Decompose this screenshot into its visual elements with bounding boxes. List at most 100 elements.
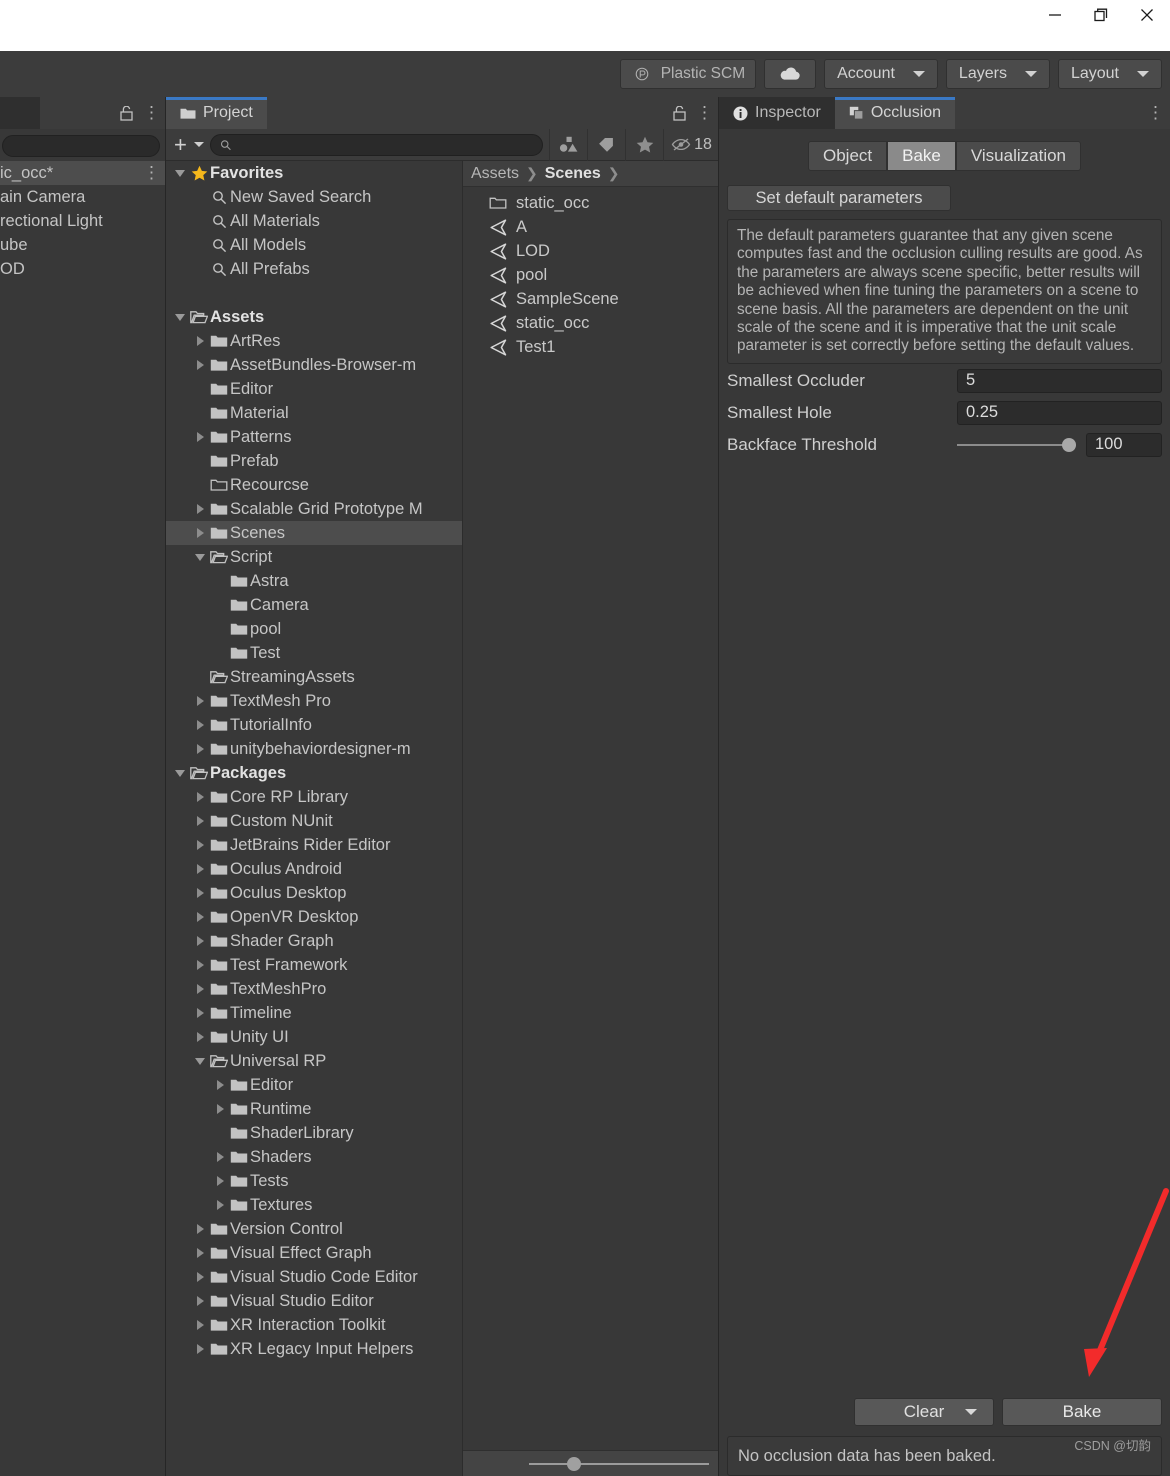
chevron-right-icon[interactable] bbox=[212, 1176, 228, 1186]
chevron-right-icon[interactable] bbox=[192, 840, 208, 850]
file-list-item[interactable]: pool bbox=[463, 263, 719, 287]
panel-divider[interactable] bbox=[718, 97, 719, 1476]
tree-item-tutorialinfo[interactable]: TutorialInfo bbox=[166, 713, 462, 737]
tree-item-shaders[interactable]: Shaders bbox=[166, 1145, 462, 1169]
lock-icon[interactable] bbox=[120, 105, 133, 121]
tree-item-jetbrains-rider-editor[interactable]: JetBrains Rider Editor bbox=[166, 833, 462, 857]
set-default-parameters-button[interactable]: Set default parameters bbox=[727, 185, 951, 211]
tree-item-unitybehaviordesigner-m[interactable]: unitybehaviordesigner-m bbox=[166, 737, 462, 761]
tree-item-all-models[interactable]: All Models bbox=[166, 233, 462, 257]
chevron-down-icon[interactable] bbox=[172, 313, 188, 321]
chevron-right-icon[interactable] bbox=[192, 888, 208, 898]
tree-item-all-materials[interactable]: All Materials bbox=[166, 209, 462, 233]
asset-type-filter-icon[interactable] bbox=[549, 128, 587, 161]
chevron-down-icon[interactable] bbox=[192, 553, 208, 561]
favorites-filter-icon[interactable] bbox=[625, 128, 663, 161]
lock-icon[interactable] bbox=[673, 105, 686, 121]
tree-item-packages[interactable]: Packages bbox=[166, 761, 462, 785]
tree-item-prefab[interactable]: Prefab bbox=[166, 449, 462, 473]
tree-item-unity-ui[interactable]: Unity UI bbox=[166, 1025, 462, 1049]
chevron-right-icon[interactable] bbox=[212, 1080, 228, 1090]
tree-item-tests[interactable]: Tests bbox=[166, 1169, 462, 1193]
plastic-scm-button[interactable]: Plastic SCM bbox=[619, 59, 757, 89]
tree-item-shader-graph[interactable]: Shader Graph bbox=[166, 929, 462, 953]
tree-item-oculus-desktop[interactable]: Oculus Desktop bbox=[166, 881, 462, 905]
chevron-right-icon[interactable] bbox=[192, 1224, 208, 1234]
breadcrumb-root[interactable]: Assets bbox=[471, 165, 519, 183]
tree-item-assetbundles-browser-m[interactable]: AssetBundles-Browser-m bbox=[166, 353, 462, 377]
chevron-down-icon[interactable] bbox=[965, 1409, 977, 1415]
slider-knob[interactable] bbox=[1062, 437, 1076, 452]
hierarchy-tab[interactable] bbox=[0, 97, 40, 129]
smallest-hole-input[interactable]: 0.25 bbox=[957, 400, 1162, 425]
tree-item-pool[interactable]: pool bbox=[166, 617, 462, 641]
account-button[interactable]: Account bbox=[824, 59, 938, 89]
tree-item-test[interactable]: Test bbox=[166, 641, 462, 665]
chevron-right-icon[interactable] bbox=[192, 720, 208, 730]
tree-item-recourcse[interactable]: Recourcse bbox=[166, 473, 462, 497]
tree-item-camera[interactable]: Camera bbox=[166, 593, 462, 617]
minimize-icon[interactable] bbox=[1032, 0, 1078, 30]
chevron-right-icon[interactable] bbox=[212, 1104, 228, 1114]
tree-item-astra[interactable]: Astra bbox=[166, 569, 462, 593]
tree-item-streamingassets[interactable]: StreamingAssets bbox=[166, 665, 462, 689]
chevron-right-icon[interactable] bbox=[192, 1008, 208, 1018]
occlusion-mode-visualization[interactable]: Visualization bbox=[955, 141, 1082, 171]
tree-item-custom-nunit[interactable]: Custom NUnit bbox=[166, 809, 462, 833]
slider-knob[interactable] bbox=[567, 1456, 581, 1471]
occlusion-mode-object[interactable]: Object bbox=[807, 141, 888, 171]
hierarchy-row-menu-icon[interactable]: ⋮ bbox=[143, 164, 160, 181]
file-list-item[interactable]: Test1 bbox=[463, 335, 719, 359]
restore-icon[interactable] bbox=[1078, 0, 1124, 30]
search-input[interactable] bbox=[237, 136, 542, 153]
tree-item-timeline[interactable]: Timeline bbox=[166, 1001, 462, 1025]
occlusion-mode-bake[interactable]: Bake bbox=[887, 141, 956, 171]
tree-item-visual-studio-code-editor[interactable]: Visual Studio Code Editor bbox=[166, 1265, 462, 1289]
file-list-item[interactable]: static_occ bbox=[463, 191, 719, 215]
tree-item-scenes[interactable]: Scenes bbox=[166, 521, 462, 545]
layers-button[interactable]: Layers bbox=[945, 59, 1050, 89]
close-icon[interactable] bbox=[1124, 0, 1170, 30]
tree-item-openvr-desktop[interactable]: OpenVR Desktop bbox=[166, 905, 462, 929]
project-menu-icon[interactable]: ⋮ bbox=[696, 104, 713, 121]
tree-item-new-saved-search[interactable]: New Saved Search bbox=[166, 185, 462, 209]
tree-item-all-prefabs[interactable]: All Prefabs bbox=[166, 257, 462, 281]
chevron-down-icon[interactable] bbox=[172, 769, 188, 777]
tree-item-script[interactable]: Script bbox=[166, 545, 462, 569]
layout-button[interactable]: Layout bbox=[1057, 59, 1162, 89]
chevron-right-icon[interactable] bbox=[192, 792, 208, 802]
chevron-right-icon[interactable] bbox=[192, 528, 208, 538]
tree-item-runtime[interactable]: Runtime bbox=[166, 1097, 462, 1121]
label-filter-icon[interactable] bbox=[587, 128, 625, 161]
chevron-down-icon[interactable] bbox=[192, 1057, 208, 1065]
tree-item-visual-studio-editor[interactable]: Visual Studio Editor bbox=[166, 1289, 462, 1313]
chevron-right-icon[interactable] bbox=[192, 936, 208, 946]
tree-item-version-control[interactable]: Version Control bbox=[166, 1217, 462, 1241]
tree-item-xr-legacy-input-helpers[interactable]: XR Legacy Input Helpers bbox=[166, 1337, 462, 1361]
chevron-right-icon[interactable] bbox=[192, 504, 208, 514]
tree-item-oculus-android[interactable]: Oculus Android bbox=[166, 857, 462, 881]
chevron-right-icon[interactable] bbox=[192, 912, 208, 922]
file-list-item[interactable]: SampleScene bbox=[463, 287, 719, 311]
tree-item-material[interactable]: Material bbox=[166, 401, 462, 425]
hierarchy-row[interactable]: ain Camera bbox=[0, 185, 166, 209]
tree-item-patterns[interactable]: Patterns bbox=[166, 425, 462, 449]
file-list-item[interactable]: static_occ bbox=[463, 311, 719, 335]
file-list-item[interactable]: A bbox=[463, 215, 719, 239]
inspector-menu-icon[interactable]: ⋮ bbox=[1147, 104, 1164, 121]
tab-project[interactable]: Project bbox=[166, 97, 267, 129]
tree-item-universal-rp[interactable]: Universal RP bbox=[166, 1049, 462, 1073]
tab-occlusion[interactable]: Occlusion bbox=[834, 97, 956, 129]
chevron-right-icon[interactable] bbox=[192, 1296, 208, 1306]
smallest-occluder-input[interactable]: 5 bbox=[957, 368, 1162, 393]
tree-item-core-rp-library[interactable]: Core RP Library bbox=[166, 785, 462, 809]
tree-item-textmesh-pro[interactable]: TextMesh Pro bbox=[166, 689, 462, 713]
chevron-right-icon[interactable] bbox=[212, 1152, 228, 1162]
tree-item-shaderlibrary[interactable]: ShaderLibrary bbox=[166, 1121, 462, 1145]
project-search-field[interactable] bbox=[209, 133, 543, 156]
hidden-packages-toggle[interactable]: 18 bbox=[663, 128, 719, 161]
backface-threshold-input[interactable]: 100 bbox=[1086, 432, 1162, 457]
chevron-right-icon[interactable] bbox=[192, 984, 208, 994]
chevron-right-icon[interactable] bbox=[192, 960, 208, 970]
hierarchy-row[interactable]: rectional Light bbox=[0, 209, 166, 233]
